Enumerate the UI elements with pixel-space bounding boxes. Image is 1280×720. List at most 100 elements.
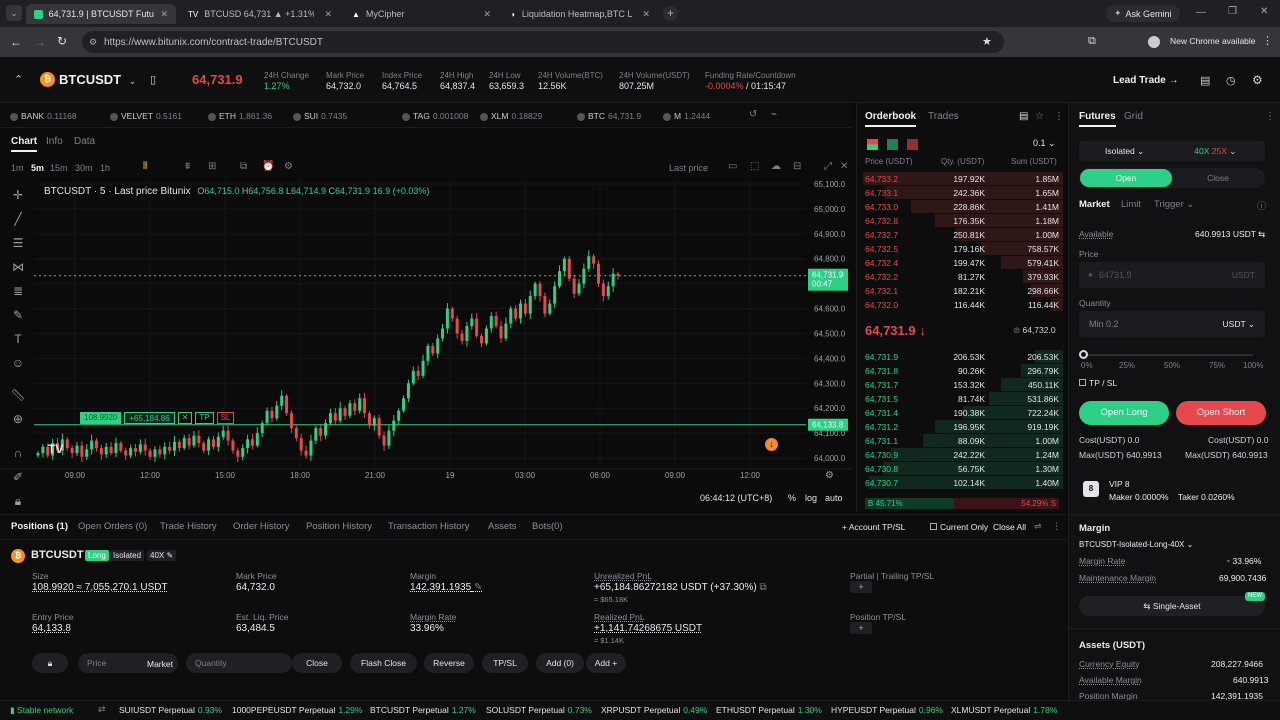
extensions-icon[interactable]: ⧉	[1088, 35, 1096, 48]
open-tab[interactable]: Open	[1080, 169, 1172, 187]
fullscreen-icon[interactable]: ⤢	[824, 161, 832, 172]
account-tpsl-button[interactable]: + Account TP/SL	[842, 522, 905, 532]
price-input[interactable]: ● 64731.9 USDT	[1079, 262, 1265, 288]
reverse-button[interactable]: Reverse	[424, 653, 474, 673]
magnet-icon[interactable]: ∩	[10, 446, 26, 462]
ticker-item[interactable]: BANK 0.11168	[10, 111, 77, 121]
trend-line-icon[interactable]: ╱	[10, 212, 26, 228]
log-scale-toggle[interactable]: log	[805, 493, 817, 503]
add-button[interactable]: Add (0)	[536, 653, 584, 673]
fib-icon[interactable]: ≣	[10, 284, 26, 300]
tab-info[interactable]: Info	[46, 136, 63, 147]
open-short-button[interactable]: Open Short	[1176, 401, 1266, 425]
order-type-market[interactable]: Market	[1079, 199, 1110, 210]
bid-row[interactable]: 64,731.4 190.38K 722.24K	[863, 406, 1063, 420]
positions-tab[interactable]: Transaction History	[388, 521, 469, 532]
tab-data[interactable]: Data	[74, 136, 95, 147]
perpetual-ticker[interactable]: 1000PEPEUSDT Perpetual 1.29%	[232, 705, 362, 715]
ticker-prev-icon[interactable]: ↺	[749, 109, 757, 120]
candles-type-icon[interactable]: ⫴	[143, 161, 147, 172]
positions-tab[interactable]: Positions (1)	[11, 521, 68, 532]
indicators-icon[interactable]: ⩩	[185, 161, 190, 172]
favorite-icon[interactable]: ▯	[150, 73, 156, 86]
chart-settings-icon[interactable]: ⚙	[284, 161, 293, 172]
positions-tab[interactable]: Order History	[233, 521, 289, 532]
positions-menu-icon[interactable]: ⋮	[1052, 521, 1061, 532]
position-close-x[interactable]: ✕	[177, 412, 193, 424]
ticker-item[interactable]: BTC 64,731.9	[577, 111, 641, 121]
quantity-unit-select[interactable]: USDT ⌄	[1223, 319, 1255, 330]
bid-row[interactable]: 64,731.1 88.09K 1.00M	[863, 434, 1063, 448]
brush-icon[interactable]: ✎	[10, 308, 26, 324]
timeframe-15m[interactable]: 15m	[50, 163, 68, 173]
close-tab-icon[interactable]: ✕	[160, 9, 168, 20]
leverage-selector[interactable]: 40X 25X ⌄	[1194, 146, 1236, 157]
ticker-item[interactable]: VELVET 0.5161	[110, 111, 182, 121]
chat-icon[interactable]: ▭	[728, 161, 737, 172]
site-info-icon[interactable]: ⚙	[89, 37, 97, 48]
minimize-window-button[interactable]: —	[1196, 7, 1206, 18]
new-chrome-available-button[interactable]: New Chrome available	[1170, 36, 1256, 46]
tab-futures[interactable]: Futures	[1079, 111, 1116, 127]
view-bids-icon[interactable]	[887, 139, 898, 150]
positions-tab[interactable]: Bots(0)	[532, 521, 563, 532]
slider-mark-50[interactable]: 50%	[1164, 361, 1180, 370]
marquee-toggle-icon[interactable]: ⇄	[98, 704, 106, 715]
ruler-icon[interactable]: 📏︎	[10, 388, 26, 404]
perpetual-ticker[interactable]: BTCUSDT Perpetual 1.27%	[370, 705, 476, 715]
restore-window-button[interactable]: ❐	[1228, 6, 1237, 17]
tpsl-checkbox[interactable]: TP / SL	[1079, 378, 1117, 388]
new-tab-button[interactable]: +	[663, 6, 678, 21]
symbol-selector[interactable]: BTCUSDT ⌄	[59, 72, 136, 87]
ticker-item[interactable]: M 1.2444	[663, 111, 710, 121]
close-position-button[interactable]: Close	[292, 653, 342, 673]
text-icon[interactable]: T	[10, 332, 26, 348]
depth-toggle-icon[interactable]: ⊟	[793, 161, 801, 172]
browser-tab-mycipher[interactable]: ▲ MyCipher ✕	[344, 4, 499, 24]
ask-row[interactable]: 64,732.7 250.81K 1.00M	[863, 228, 1063, 242]
browser-tab-heatmap[interactable]: ◗ Liquidation Heatmap,BTC Liquid ✕	[503, 4, 658, 24]
close-tab-icon[interactable]: ✕	[483, 9, 491, 20]
checkbox-box[interactable]	[1079, 379, 1086, 386]
bid-row[interactable]: 64,731.7 153.32K 450.11K	[863, 378, 1063, 392]
ask-row[interactable]: 64,733.0 228.86K 1.41M	[863, 200, 1063, 214]
emoji-icon[interactable]: ☺	[10, 356, 26, 372]
close-price-input[interactable]: Price Market	[78, 653, 178, 673]
current-only-checkbox[interactable]: Current Only	[930, 522, 988, 532]
alert-icon[interactable]: ⏰	[262, 161, 274, 172]
close-quantity-input[interactable]: Quantity	[186, 653, 292, 673]
slider-mark-25[interactable]: 25%	[1119, 361, 1135, 370]
position-line-label[interactable]: 108.9920 +65,184.86 ✕ TP SL	[80, 412, 235, 424]
bid-row[interactable]: 64,731.9 206.53K 206.53K	[863, 350, 1063, 364]
crosshair-icon[interactable]: ✛	[10, 188, 26, 204]
ticker-item[interactable]: TAG 0.001008	[402, 111, 468, 121]
browser-tab-bitunix[interactable]: 64,731.9 | BTCUSDT Futures Exch ✕	[26, 4, 176, 24]
url-input[interactable]: ⚙ https://www.bitunix.com/contract-trade…	[82, 31, 1004, 53]
tab-chart[interactable]: Chart	[11, 136, 38, 152]
ask-row[interactable]: 64,732.2 81.27K 379.93K	[863, 270, 1063, 284]
last-price-select[interactable]: Last price	[669, 163, 708, 173]
perpetual-ticker[interactable]: XRPUSDT Perpetual 0.49%	[601, 705, 707, 715]
forward-icon[interactable]: →	[34, 35, 46, 49]
perpetual-ticker[interactable]: SOLUSDT Perpetual 0.73%	[486, 705, 592, 715]
home-logo-icon[interactable]: ⌃	[14, 73, 23, 86]
add-position-tpsl-button[interactable]: +	[850, 622, 872, 634]
timeframe-1h[interactable]: 1h	[100, 163, 110, 173]
quantity-input[interactable]: Min 0.2 USDT ⌄	[1079, 311, 1265, 337]
perpetual-ticker[interactable]: HYPEUSDT Perpetual 0.96%	[831, 705, 943, 715]
ticker-more-icon[interactable]: ⌁	[771, 109, 777, 120]
tab-trades[interactable]: Trades	[928, 111, 959, 122]
position-symbol[interactable]: BTCUSDT	[31, 549, 84, 561]
orderbook-menu-icon[interactable]: ⋮	[1054, 111, 1064, 122]
position-leverage-badge[interactable]: 40X ✎	[147, 550, 177, 561]
layout-icon[interactable]: ⊞	[208, 161, 216, 172]
browser-tab-tradingview[interactable]: TV BTCUSD 64,731 ▲ +1.31% 3am ✕	[180, 4, 340, 24]
cloud-icon[interactable]: ☁	[771, 161, 781, 172]
timeframe-30m[interactable]: 30m	[75, 163, 93, 173]
margin-mode-selector[interactable]: Isolated ⌄ 40X 25X ⌄	[1079, 141, 1265, 161]
ticker-item[interactable]: ETH 1,861.36	[208, 111, 272, 121]
step-select[interactable]: 0.1 ⌄	[1033, 138, 1056, 149]
positions-tab[interactable]: Assets	[488, 521, 517, 532]
horizontal-lines-icon[interactable]: ☰	[10, 236, 26, 252]
bid-row[interactable]: 64,731.5 81.74K 531.86K	[863, 392, 1063, 406]
